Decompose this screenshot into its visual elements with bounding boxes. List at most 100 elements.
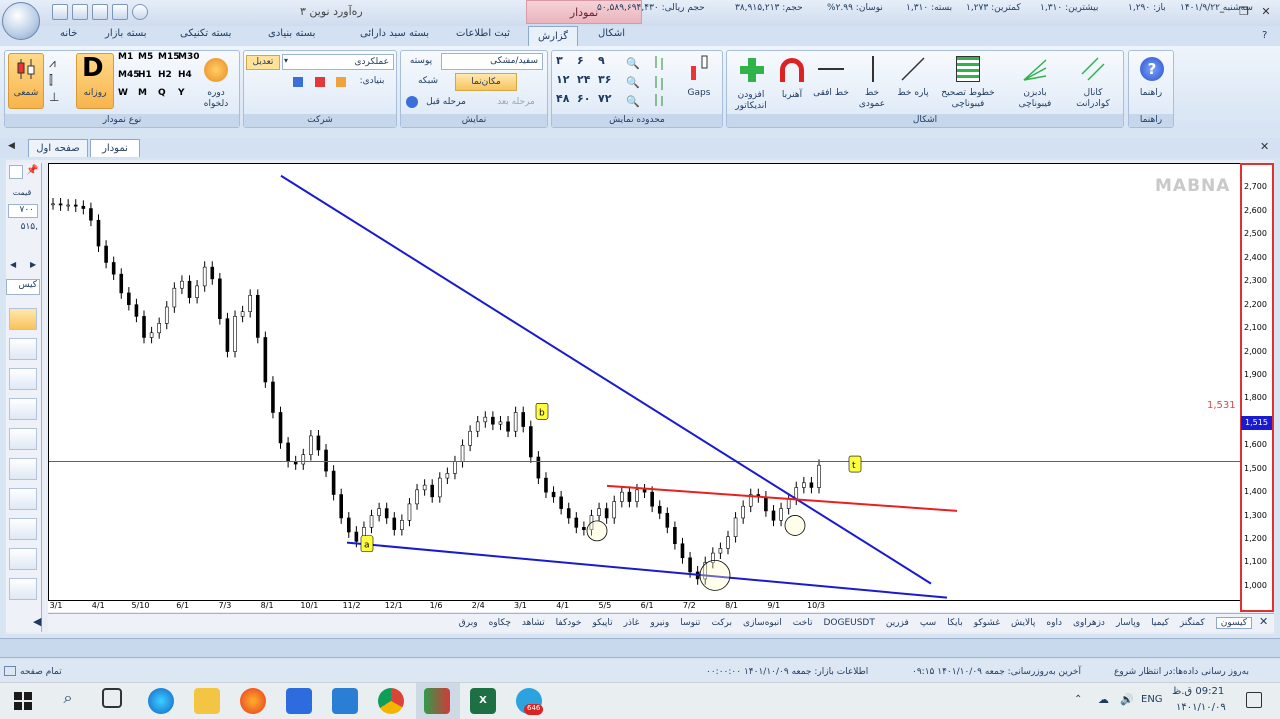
period-weekly[interactable]: W (118, 88, 138, 106)
symbol-tab[interactable]: چکاوه (489, 618, 511, 628)
store-icon[interactable] (286, 688, 312, 714)
add-indicator-icon[interactable] (738, 56, 766, 84)
vertical-line-icon[interactable] (872, 56, 874, 82)
notification-icon[interactable] (1246, 692, 1262, 708)
tab-technical-pack[interactable]: بسته تکنیکی (180, 28, 231, 46)
period-m45[interactable]: M45 (118, 70, 139, 88)
symbol-tab[interactable]: انبوه‌سازی (743, 618, 782, 628)
symbol-tab[interactable]: وپاسار (1116, 618, 1140, 628)
range-60[interactable]: ۶۰ (577, 92, 598, 111)
segment-button[interactable]: پاره خط (893, 88, 933, 98)
range-36[interactable]: ۳۶ (598, 73, 619, 92)
range-72[interactable]: ۷۲ (598, 92, 619, 111)
tab-report[interactable]: گزارش (528, 26, 578, 46)
symbol-bar-prev-icon[interactable]: ◀ (33, 615, 41, 628)
price-chart[interactable]: a b t (48, 163, 1242, 612)
period-m15[interactable]: M15 (158, 52, 179, 70)
period-h2[interactable]: H2 (158, 70, 178, 88)
tool-button-9[interactable] (9, 548, 37, 570)
company-select[interactable]: عملکردی (282, 54, 394, 70)
period-m30[interactable]: M30 (178, 52, 199, 70)
symbol-tab[interactable]: فزرین (886, 618, 909, 628)
period-h4[interactable]: H4 (178, 70, 198, 88)
fullscreen-label[interactable]: تمام صفحه (20, 667, 62, 677)
symbol-tab[interactable]: خودکفا (556, 618, 582, 628)
symbol-tab[interactable]: بایکا (947, 618, 962, 628)
symbol-tab[interactable]: پالایش (1011, 618, 1035, 628)
fullscreen-icon[interactable] (4, 666, 16, 676)
app-menu-button[interactable] (2, 2, 40, 40)
period-yearly[interactable]: Y (178, 88, 198, 106)
file-explorer-icon[interactable] (194, 688, 220, 714)
zoom-icons[interactable]: 🔍 🔍 🔍 (626, 54, 640, 111)
segment-icon[interactable] (900, 56, 926, 82)
symbol-tab[interactable]: تنوسا (680, 618, 700, 628)
print-chart-icon[interactable] (9, 165, 23, 179)
volume-icon[interactable]: 🔊 (1120, 693, 1134, 706)
doc-tabs-chevron-icon[interactable]: ◀ (8, 141, 15, 151)
fundamental-icon-2[interactable] (315, 77, 325, 87)
tab-data-entry[interactable]: ثبت اطلاعات (456, 28, 510, 46)
theme-select[interactable]: سفید/مشکی (441, 53, 543, 70)
print-icon[interactable] (72, 4, 88, 20)
tab-home[interactable]: خانه (60, 28, 77, 46)
network-icon[interactable]: ☁ (1098, 693, 1109, 706)
firefox-icon[interactable] (240, 688, 266, 714)
edge-icon[interactable] (148, 688, 174, 714)
symbol-tab[interactable]: غشوکو (974, 618, 1000, 628)
symbol-tab[interactable]: کیسون (1215, 617, 1252, 629)
range-24[interactable]: ۲۴ (577, 73, 598, 92)
symbol-tab[interactable]: تاپیکو (592, 618, 612, 628)
range-9[interactable]: ۹ (598, 54, 619, 73)
fib-fan-icon[interactable] (1022, 56, 1048, 82)
symbol-tab[interactable]: دزهراوی (1073, 618, 1105, 628)
doc-tab-first-page[interactable]: صفحه اول (28, 139, 88, 157)
period-m5[interactable]: M5 (138, 52, 158, 70)
close-document-icon[interactable]: ✕ (1260, 140, 1269, 153)
language-indicator[interactable]: ENG (1141, 694, 1163, 705)
tab-portfolio-pack[interactable]: بسته سبد دارائی (360, 28, 429, 46)
tool-button-8[interactable] (9, 518, 37, 540)
symbol-tab[interactable]: برکت (711, 618, 732, 628)
custom-period-icon[interactable] (204, 58, 228, 82)
ribbon-help-icon[interactable]: ? (1262, 30, 1267, 41)
vertical-line-button[interactable]: خط عمودی (853, 88, 891, 110)
period-h1[interactable]: H1 (138, 70, 158, 88)
close-symbol-bar-icon[interactable]: ✕ (1259, 615, 1268, 628)
fib-retracement-button[interactable]: خطوط تصحیح فیبوناچی (935, 88, 1001, 110)
pin-icon[interactable]: 📌 (26, 165, 38, 176)
adjust-button[interactable]: تعدیل (246, 55, 280, 70)
right-scroll-icon[interactable]: ▶ (30, 260, 36, 269)
symbol-tab[interactable]: وبرق (459, 618, 478, 628)
symbol-tab[interactable]: غاذر (624, 618, 640, 628)
line-type-icons[interactable]: ⩘ ⫿ ⊥ (49, 55, 67, 109)
tab-market-pack[interactable]: بسته بازار (105, 28, 147, 46)
undo-icon[interactable] (406, 96, 418, 108)
quadrant-channel-icon[interactable] (1080, 56, 1106, 82)
period-m1[interactable]: M1 (118, 52, 138, 70)
symbol-tab[interactable]: ونیرو (650, 618, 669, 628)
tool-button-5[interactable] (9, 428, 37, 450)
clock-time[interactable]: 09:21 ق.ظ (1172, 686, 1224, 697)
symbol-tab[interactable]: کمنگنز (1180, 618, 1205, 628)
tool-button-2[interactable] (9, 338, 37, 360)
tab-fundamental-pack[interactable]: بسته بنیادی (268, 28, 315, 46)
save-icon[interactable] (52, 4, 68, 20)
prev-step-button[interactable]: مرحله قبل (420, 97, 472, 107)
fib-retracement-icon[interactable] (956, 56, 980, 82)
grid-toggle[interactable]: شبکه (404, 76, 452, 86)
symbol-tab[interactable]: تاخت (793, 618, 813, 628)
tool-button-3[interactable] (9, 368, 37, 390)
gaps-icon[interactable] (688, 54, 712, 84)
qat-dropdown-icon[interactable] (132, 4, 148, 20)
crosshair-button[interactable]: مکان‌نما (455, 73, 517, 91)
fundamental-icon-3[interactable] (336, 77, 346, 87)
symbol-search-input[interactable]: کیس (6, 279, 40, 295)
symbol-tab[interactable]: سپ (920, 618, 936, 628)
tool-button-7[interactable] (9, 488, 37, 510)
range-3[interactable]: ۳ (556, 54, 577, 73)
mail-icon[interactable] (332, 688, 358, 714)
fundamental-icon-1[interactable] (293, 77, 303, 87)
fib-fan-button[interactable]: بادبزن فیبوناچی (1008, 88, 1062, 110)
range-12[interactable]: ۱۲ (556, 73, 577, 92)
